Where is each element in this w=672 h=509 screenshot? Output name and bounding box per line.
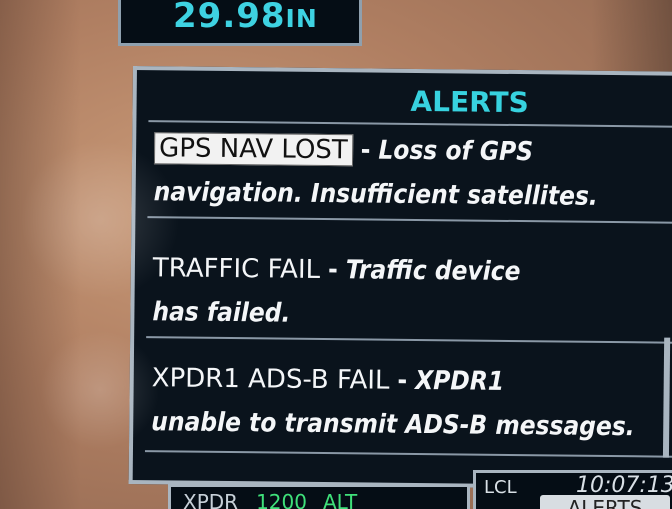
alert-line-1: TRAFFIC FAIL - Traffic device [153, 246, 653, 295]
barometer-value: 29.98IN [173, 0, 318, 36]
alert-separator: - [397, 365, 408, 396]
transponder-status[interactable]: XPDR 1200 ALT [168, 484, 470, 509]
xpdr-code: 1200 [256, 490, 307, 509]
barometer-setting-box[interactable]: 29.98IN [118, 0, 362, 46]
alert-separator: - [360, 135, 371, 166]
alert-xpdr1-adsb-fail[interactable]: XPDR1 ADS-B FAIL - XPDR1 unable to transmi… [151, 356, 652, 449]
alert-message-line2: unable to transmit ADS-B messages. [151, 407, 635, 443]
alerts-window: ALERTS GPS NAV LOST - Loss of GPS navigati… [128, 66, 672, 490]
alert-gps-nav-lost[interactable]: GPS NAV LOST - Loss of GPS navigation. Ins… [153, 126, 654, 219]
alert-message-line2: has failed. [152, 297, 291, 329]
alert-name: TRAFFIC FAIL [152, 253, 321, 285]
xpdr-label: XPDR [183, 490, 239, 509]
alert-separator: - [327, 255, 338, 286]
alert-message-line1: Loss of GPS [378, 135, 534, 168]
lcl-label: LCL [484, 477, 517, 498]
xpdr-mode: ALT [322, 490, 358, 509]
alerts-scrollbar[interactable] [662, 337, 671, 458]
alerts-softkey-button[interactable]: ALERTS [540, 495, 670, 509]
alerts-title: ALERTS [410, 84, 529, 120]
alert-line-1: GPS NAV LOST - Loss of GPS [153, 126, 654, 175]
alert-line-1: XPDR1 ADS-B FAIL - XPDR1 [152, 356, 652, 405]
alert-divider [144, 450, 672, 458]
barometer-unit: IN [285, 4, 318, 33]
barometer-number: 29.98 [173, 0, 286, 36]
alert-name: XPDR1 ADS-B FAIL [151, 363, 390, 396]
alert-message-line2: navigation. Insufficient satellites. [153, 177, 598, 212]
alert-name: GPS NAV LOST [153, 132, 353, 167]
alert-message-line1: Traffic device [345, 255, 521, 288]
alert-message-line1: XPDR1 [415, 365, 505, 397]
alert-traffic-fail[interactable]: TRAFFIC FAIL - Traffic device has failed. [152, 246, 653, 339]
